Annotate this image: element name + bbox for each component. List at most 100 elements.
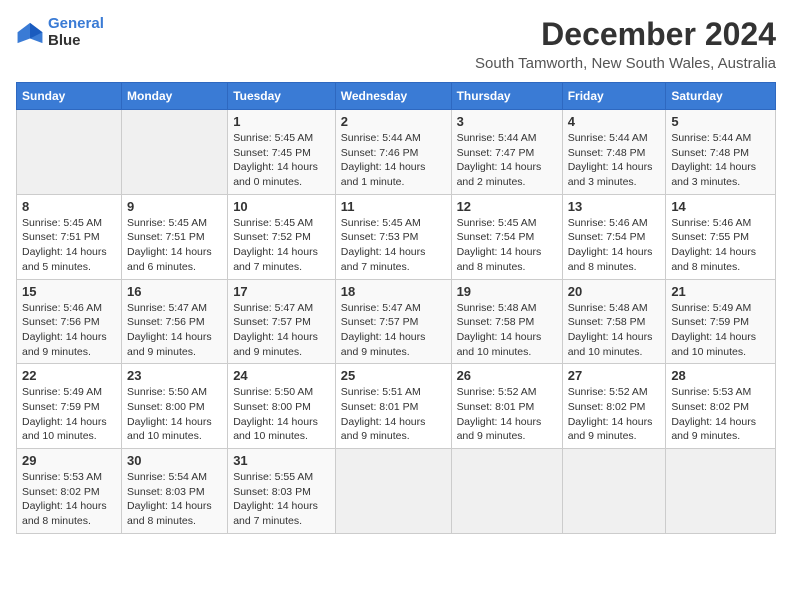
date-number: 9: [127, 199, 222, 214]
logo-text: General Blue: [48, 16, 104, 49]
date-number: 12: [457, 199, 557, 214]
cell-info: Sunrise: 5:47 AMSunset: 7:56 PMDaylight:…: [127, 301, 222, 360]
calendar-cell: 12 Sunrise: 5:45 AMSunset: 7:54 PMDaylig…: [451, 194, 562, 279]
calendar-cell: 31 Sunrise: 5:55 AMSunset: 8:03 PMDaylig…: [228, 449, 336, 534]
date-number: 18: [341, 284, 446, 299]
cell-info: Sunrise: 5:46 AMSunset: 7:54 PMDaylight:…: [568, 216, 661, 275]
main-title: December 2024: [475, 16, 776, 53]
cell-info: Sunrise: 5:50 AMSunset: 8:00 PMDaylight:…: [127, 385, 222, 444]
calendar-cell: 22 Sunrise: 5:49 AMSunset: 7:59 PMDaylig…: [17, 364, 122, 449]
subtitle: South Tamworth, New South Wales, Austral…: [475, 55, 776, 72]
date-number: 15: [22, 284, 116, 299]
cell-info: Sunrise: 5:44 AMSunset: 7:48 PMDaylight:…: [671, 131, 770, 190]
header-cell-saturday: Saturday: [666, 83, 776, 110]
calendar-cell: 17 Sunrise: 5:47 AMSunset: 7:57 PMDaylig…: [228, 279, 336, 364]
title-area: December 2024 South Tamworth, New South …: [475, 16, 776, 72]
calendar-cell: 28 Sunrise: 5:53 AMSunset: 8:02 PMDaylig…: [666, 364, 776, 449]
date-number: 11: [341, 199, 446, 214]
calendar-cell: 20 Sunrise: 5:48 AMSunset: 7:58 PMDaylig…: [562, 279, 666, 364]
cell-info: Sunrise: 5:45 AMSunset: 7:53 PMDaylight:…: [341, 216, 446, 275]
date-number: 2: [341, 114, 446, 129]
date-number: 19: [457, 284, 557, 299]
calendar-cell: 29 Sunrise: 5:53 AMSunset: 8:02 PMDaylig…: [17, 449, 122, 534]
date-number: 1: [233, 114, 330, 129]
header-row: SundayMondayTuesdayWednesdayThursdayFrid…: [17, 83, 776, 110]
date-number: 3: [457, 114, 557, 129]
calendar-cell: 1 Sunrise: 5:45 AMSunset: 7:45 PMDayligh…: [228, 110, 336, 195]
cell-info: Sunrise: 5:53 AMSunset: 8:02 PMDaylight:…: [22, 470, 116, 529]
cell-info: Sunrise: 5:45 AMSunset: 7:45 PMDaylight:…: [233, 131, 330, 190]
cell-info: Sunrise: 5:45 AMSunset: 7:51 PMDaylight:…: [22, 216, 116, 275]
calendar-cell: 2 Sunrise: 5:44 AMSunset: 7:46 PMDayligh…: [335, 110, 451, 195]
header-cell-friday: Friday: [562, 83, 666, 110]
date-number: 4: [568, 114, 661, 129]
week-row-5: 29 Sunrise: 5:53 AMSunset: 8:02 PMDaylig…: [17, 449, 776, 534]
date-number: 25: [341, 368, 446, 383]
date-number: 5: [671, 114, 770, 129]
cell-info: Sunrise: 5:44 AMSunset: 7:48 PMDaylight:…: [568, 131, 661, 190]
calendar-cell: [666, 449, 776, 534]
cell-info: Sunrise: 5:45 AMSunset: 7:52 PMDaylight:…: [233, 216, 330, 275]
week-row-4: 22 Sunrise: 5:49 AMSunset: 7:59 PMDaylig…: [17, 364, 776, 449]
cell-info: Sunrise: 5:54 AMSunset: 8:03 PMDaylight:…: [127, 470, 222, 529]
date-number: 24: [233, 368, 330, 383]
date-number: 14: [671, 199, 770, 214]
header-cell-monday: Monday: [122, 83, 228, 110]
calendar-cell: 30 Sunrise: 5:54 AMSunset: 8:03 PMDaylig…: [122, 449, 228, 534]
cell-info: Sunrise: 5:47 AMSunset: 7:57 PMDaylight:…: [341, 301, 446, 360]
date-number: 30: [127, 453, 222, 468]
calendar-cell: [562, 449, 666, 534]
cell-info: Sunrise: 5:44 AMSunset: 7:47 PMDaylight:…: [457, 131, 557, 190]
date-number: 20: [568, 284, 661, 299]
date-number: 26: [457, 368, 557, 383]
date-number: 28: [671, 368, 770, 383]
calendar-cell: 10 Sunrise: 5:45 AMSunset: 7:52 PMDaylig…: [228, 194, 336, 279]
calendar-cell: 19 Sunrise: 5:48 AMSunset: 7:58 PMDaylig…: [451, 279, 562, 364]
date-number: 27: [568, 368, 661, 383]
calendar-cell: 25 Sunrise: 5:51 AMSunset: 8:01 PMDaylig…: [335, 364, 451, 449]
calendar-cell: 14 Sunrise: 5:46 AMSunset: 7:55 PMDaylig…: [666, 194, 776, 279]
cell-info: Sunrise: 5:48 AMSunset: 7:58 PMDaylight:…: [457, 301, 557, 360]
calendar-cell: 26 Sunrise: 5:52 AMSunset: 8:01 PMDaylig…: [451, 364, 562, 449]
calendar-cell: 15 Sunrise: 5:46 AMSunset: 7:56 PMDaylig…: [17, 279, 122, 364]
date-number: 8: [22, 199, 116, 214]
week-row-2: 8 Sunrise: 5:45 AMSunset: 7:51 PMDayligh…: [17, 194, 776, 279]
calendar-table: SundayMondayTuesdayWednesdayThursdayFrid…: [16, 82, 776, 534]
calendar-cell: [335, 449, 451, 534]
calendar-cell: 11 Sunrise: 5:45 AMSunset: 7:53 PMDaylig…: [335, 194, 451, 279]
cell-info: Sunrise: 5:55 AMSunset: 8:03 PMDaylight:…: [233, 470, 330, 529]
calendar-cell: 27 Sunrise: 5:52 AMSunset: 8:02 PMDaylig…: [562, 364, 666, 449]
cell-info: Sunrise: 5:46 AMSunset: 7:56 PMDaylight:…: [22, 301, 116, 360]
date-number: 22: [22, 368, 116, 383]
header-cell-wednesday: Wednesday: [335, 83, 451, 110]
calendar-cell: 21 Sunrise: 5:49 AMSunset: 7:59 PMDaylig…: [666, 279, 776, 364]
cell-info: Sunrise: 5:49 AMSunset: 7:59 PMDaylight:…: [671, 301, 770, 360]
calendar-cell: 4 Sunrise: 5:44 AMSunset: 7:48 PMDayligh…: [562, 110, 666, 195]
cell-info: Sunrise: 5:46 AMSunset: 7:55 PMDaylight:…: [671, 216, 770, 275]
calendar-cell: 5 Sunrise: 5:44 AMSunset: 7:48 PMDayligh…: [666, 110, 776, 195]
calendar-cell: 9 Sunrise: 5:45 AMSunset: 7:51 PMDayligh…: [122, 194, 228, 279]
cell-info: Sunrise: 5:48 AMSunset: 7:58 PMDaylight:…: [568, 301, 661, 360]
cell-info: Sunrise: 5:51 AMSunset: 8:01 PMDaylight:…: [341, 385, 446, 444]
logo-icon: [16, 21, 44, 45]
cell-info: Sunrise: 5:52 AMSunset: 8:01 PMDaylight:…: [457, 385, 557, 444]
header-cell-sunday: Sunday: [17, 83, 122, 110]
header: General Blue December 2024 South Tamwort…: [16, 16, 776, 72]
cell-info: Sunrise: 5:53 AMSunset: 8:02 PMDaylight:…: [671, 385, 770, 444]
cell-info: Sunrise: 5:52 AMSunset: 8:02 PMDaylight:…: [568, 385, 661, 444]
calendar-cell: [122, 110, 228, 195]
header-cell-tuesday: Tuesday: [228, 83, 336, 110]
date-number: 31: [233, 453, 330, 468]
cell-info: Sunrise: 5:44 AMSunset: 7:46 PMDaylight:…: [341, 131, 446, 190]
date-number: 23: [127, 368, 222, 383]
week-row-3: 15 Sunrise: 5:46 AMSunset: 7:56 PMDaylig…: [17, 279, 776, 364]
cell-info: Sunrise: 5:45 AMSunset: 7:54 PMDaylight:…: [457, 216, 557, 275]
calendar-cell: [451, 449, 562, 534]
calendar-cell: 24 Sunrise: 5:50 AMSunset: 8:00 PMDaylig…: [228, 364, 336, 449]
header-cell-thursday: Thursday: [451, 83, 562, 110]
calendar-cell: 23 Sunrise: 5:50 AMSunset: 8:00 PMDaylig…: [122, 364, 228, 449]
cell-info: Sunrise: 5:45 AMSunset: 7:51 PMDaylight:…: [127, 216, 222, 275]
calendar-cell: 8 Sunrise: 5:45 AMSunset: 7:51 PMDayligh…: [17, 194, 122, 279]
date-number: 21: [671, 284, 770, 299]
date-number: 29: [22, 453, 116, 468]
